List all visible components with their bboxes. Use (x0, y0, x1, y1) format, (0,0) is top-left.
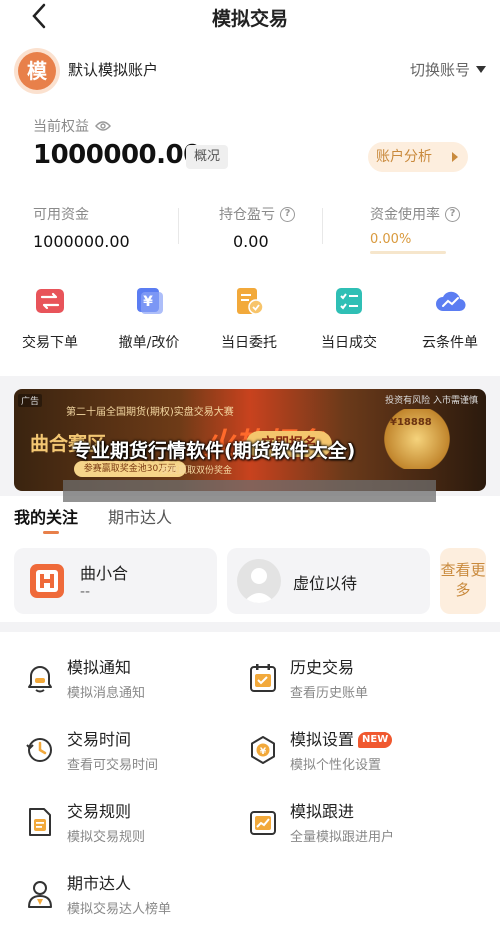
menu-sub: 模拟交易规则 (67, 830, 146, 845)
quick-action-label: 撤单/改价 (118, 335, 180, 351)
menu-sub: 查看历史账单 (290, 686, 369, 701)
available-funds-label: 可用资金 (33, 207, 89, 223)
cloud-condition-icon (436, 291, 466, 312)
equity-label-row: 当前权益 (33, 116, 111, 136)
card-name: 虚位以待 (293, 574, 358, 593)
account-panel: 模 默认模拟账户 切换账号 当前权益 1000000.00 概况 账户分析 可用… (0, 36, 500, 376)
menu-sub: 模拟交易达人榜单 (67, 902, 172, 917)
available-funds-value: 1000000.00 (33, 232, 130, 251)
menu-sub: 模拟个性化设置 (290, 758, 382, 773)
tab-experts[interactable]: 期市达人 (108, 504, 172, 528)
follow-section: 我的关注 期市达人 曲小合 -- 虚位以待 查看更多 (0, 496, 500, 622)
position-pnl: 持仓盈亏? 0.00 (219, 204, 295, 251)
account-name: 默认模拟账户 (68, 61, 159, 79)
card-sub: -- (80, 584, 91, 600)
person-placeholder-icon (237, 559, 281, 603)
quxiaohe-logo-icon (30, 564, 64, 598)
menu-title: 交易规则 (67, 802, 132, 821)
follow-up-icon (250, 811, 276, 835)
eye-icon[interactable] (95, 120, 111, 132)
entrust-icon (237, 288, 264, 315)
menu-sub: 全量模拟跟进用户 (290, 830, 395, 845)
switch-account-label: 切换账号 (409, 61, 470, 79)
overview-badge[interactable]: 概况 (186, 145, 228, 169)
equity-label: 当前权益 (33, 119, 89, 135)
follow-card-quxiaohe[interactable]: 曲小合 -- (14, 548, 217, 614)
tab-my-follow[interactable]: 我的关注 (14, 504, 78, 528)
bell-icon (28, 666, 52, 693)
chevron-right-icon (452, 152, 458, 162)
menu-item-notice[interactable]: 模拟通知 模拟消息通知 (25, 654, 225, 710)
header-bar: 模拟交易 (0, 0, 500, 36)
banner-risk-note: 投资有风险 入市需谨慎 (385, 396, 478, 406)
svg-text:¥: ¥ (143, 294, 153, 310)
follow-card-placeholder[interactable]: 虚位以待 (227, 548, 430, 614)
quick-action-deal[interactable]: 当日成交 (309, 286, 389, 352)
quick-action-cancel[interactable]: ¥ 撤单/改价 (109, 286, 189, 352)
menu-title-text: 模拟设置 (290, 730, 355, 749)
deal-icon (336, 288, 362, 314)
settings-icon: ¥ (251, 736, 275, 764)
menu-item-trading-time[interactable]: 交易时间 查看可交易时间 (25, 726, 225, 782)
new-badge: NEW (358, 732, 393, 748)
account-analysis-label: 账户分析 (376, 149, 432, 165)
banner-subtitle: 第二十届全国期货(期权)实盘交易大赛 (66, 407, 234, 418)
quick-action-label: 当日成交 (321, 335, 377, 351)
coin-amount: ¥18888 (390, 417, 432, 428)
quick-action-entrust[interactable]: 当日委托 (209, 286, 289, 352)
avatar: 模 (14, 48, 60, 94)
menu-item-rules[interactable]: 交易规则 模拟交易规则 (25, 798, 225, 854)
title-overlay-band (63, 480, 436, 502)
position-pnl-value: 0.00 (233, 232, 269, 251)
page-title: 模拟交易 (211, 8, 288, 30)
switch-account-button[interactable]: 切换账号 (410, 59, 486, 80)
menu-title: 模拟通知 (67, 658, 132, 677)
expert-icon (28, 881, 52, 908)
menu-title: 模拟设置 NEW (290, 726, 393, 750)
quick-action-label: 交易下单 (22, 335, 78, 351)
position-pnl-label: 持仓盈亏 (219, 207, 275, 223)
menu-title: 期市达人 (67, 874, 132, 893)
ad-tag: 广告 (18, 394, 43, 407)
account-analysis-button[interactable]: 账户分析 (368, 142, 468, 172)
clock-icon (26, 738, 52, 762)
fund-usage-bar (370, 251, 446, 254)
card-name: 曲小合 (80, 564, 129, 583)
fund-usage: 资金使用率? 0.00% (370, 204, 460, 254)
history-icon (250, 664, 276, 692)
menu-sub: 模拟消息通知 (67, 686, 146, 701)
order-icon (36, 289, 64, 313)
menu-item-history[interactable]: 历史交易 查看历史账单 (248, 654, 448, 710)
divider (178, 208, 179, 244)
menu-title: 历史交易 (290, 658, 355, 677)
divider (322, 208, 323, 244)
equity-value: 1000000.00 (33, 140, 201, 170)
quick-action-label: 云条件单 (422, 335, 478, 351)
help-icon[interactable]: ? (445, 206, 460, 222)
menu-title: 交易时间 (67, 730, 132, 749)
menu-item-follow-up[interactable]: 模拟跟进 全量模拟跟进用户 (248, 798, 448, 854)
feature-menu: 模拟通知 模拟消息通知 历史交易 查看历史账单 交易时间 查看可交易时间 ¥ 模… (0, 632, 500, 936)
fund-usage-value: 0.00% (370, 232, 412, 247)
menu-item-experts[interactable]: 期市达人 模拟交易达人榜单 (25, 870, 225, 926)
dropdown-triangle-icon (476, 66, 486, 73)
avatar-char: 模 (18, 52, 56, 90)
fund-usage-label: 资金使用率 (370, 207, 440, 223)
help-icon[interactable]: ? (280, 206, 295, 222)
overlay-title: 专业期货行情软件(期货软件大全) (72, 440, 356, 462)
svg-text:¥: ¥ (260, 747, 267, 757)
quick-action-order[interactable]: 交易下单 (10, 286, 90, 352)
menu-item-settings[interactable]: ¥ 模拟设置 NEW 模拟个性化设置 (248, 726, 448, 782)
cancel-order-icon: ¥ (137, 288, 163, 314)
quick-action-label: 当日委托 (221, 335, 277, 351)
menu-title: 模拟跟进 (290, 802, 355, 821)
quick-action-cloud[interactable]: 云条件单 (410, 286, 490, 352)
tab-indicator (43, 531, 59, 534)
rules-icon (29, 808, 51, 836)
view-more-button[interactable]: 查看更多 (440, 548, 486, 614)
banner-prize-2: 参赛赢取双份奖金 (160, 466, 233, 476)
menu-sub: 查看可交易时间 (67, 758, 159, 773)
available-funds: 可用资金 1000000.00 (33, 204, 130, 251)
